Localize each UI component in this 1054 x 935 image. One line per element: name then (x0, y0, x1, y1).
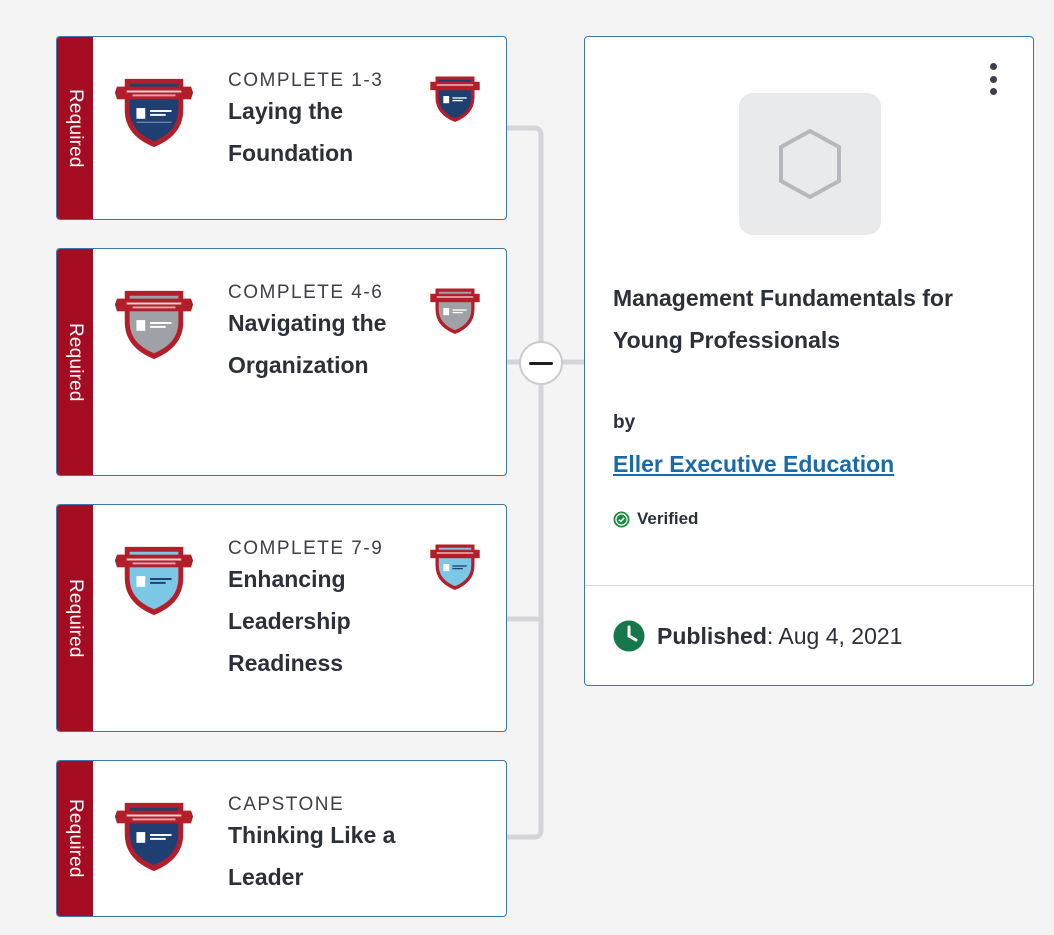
course-badge-small-icon (430, 288, 480, 335)
course-card[interactable]: Required CAPSTONE Thinking Like a Leader (56, 760, 507, 917)
verified-check-icon (613, 511, 630, 527)
course-kicker: COMPLETE 1-3 (228, 70, 384, 91)
menu-dot (989, 88, 997, 95)
required-label: Required (65, 799, 86, 878)
course-kicker: CAPSTONE (228, 794, 345, 815)
divider (585, 585, 1033, 586)
course-kicker: COMPLETE 7-9 (228, 538, 384, 559)
course-badge-icon (115, 290, 193, 360)
required-label: Required (65, 88, 86, 168)
required-band: Required (57, 37, 93, 219)
menu-dot (989, 75, 997, 83)
course-kicker: COMPLETE 4-6 (228, 282, 384, 303)
published-info: Published: Aug 4, 2021 (613, 620, 902, 652)
published-date: : Aug 4, 2021 (766, 622, 903, 649)
course-title: Enhancing Leadership Readiness (228, 566, 351, 676)
program-by-label: by (613, 412, 636, 433)
course-title: Laying the Foundation (228, 98, 354, 166)
more-options-button[interactable] (983, 59, 1003, 99)
hexagon-icon (779, 128, 841, 200)
course-badge-icon (115, 546, 193, 616)
collapse-toggle-button[interactable] (519, 341, 563, 385)
required-band: Required (57, 761, 93, 916)
collapse-minus-icon (529, 361, 553, 365)
published-label: Published (657, 622, 767, 649)
course-card[interactable]: Required COMPLETE 7-9 Enhancing Leadersh… (56, 504, 507, 732)
verified-status: Verified (613, 509, 698, 529)
required-label: Required (65, 578, 86, 658)
course-badge-small-icon (430, 544, 480, 591)
course-title: Navigating the Organization (228, 310, 387, 378)
required-label: Required (65, 322, 86, 402)
program-detail-card: Management Fundamentals for Young Profes… (584, 36, 1034, 686)
course-badge-small-icon (430, 76, 480, 123)
organization-link[interactable]: Eller Executive Education (613, 451, 894, 478)
course-badge-icon (115, 78, 193, 148)
required-band: Required (57, 505, 93, 731)
course-card[interactable]: Required COMPLETE 1-3 Laying the Foundat… (56, 36, 507, 220)
clock-icon (613, 620, 645, 652)
verified-label: Verified (637, 509, 699, 528)
program-image-placeholder (739, 93, 881, 235)
vertical-ellipsis-icon (989, 63, 997, 70)
course-title: Thinking Like a Leader (228, 822, 396, 890)
course-card[interactable]: Required COMPLETE 4-6 Navigating the Org… (56, 248, 507, 476)
program-title: Management Fundamentals for Young Profes… (613, 285, 953, 353)
required-band: Required (57, 249, 93, 475)
course-badge-icon (115, 802, 193, 872)
